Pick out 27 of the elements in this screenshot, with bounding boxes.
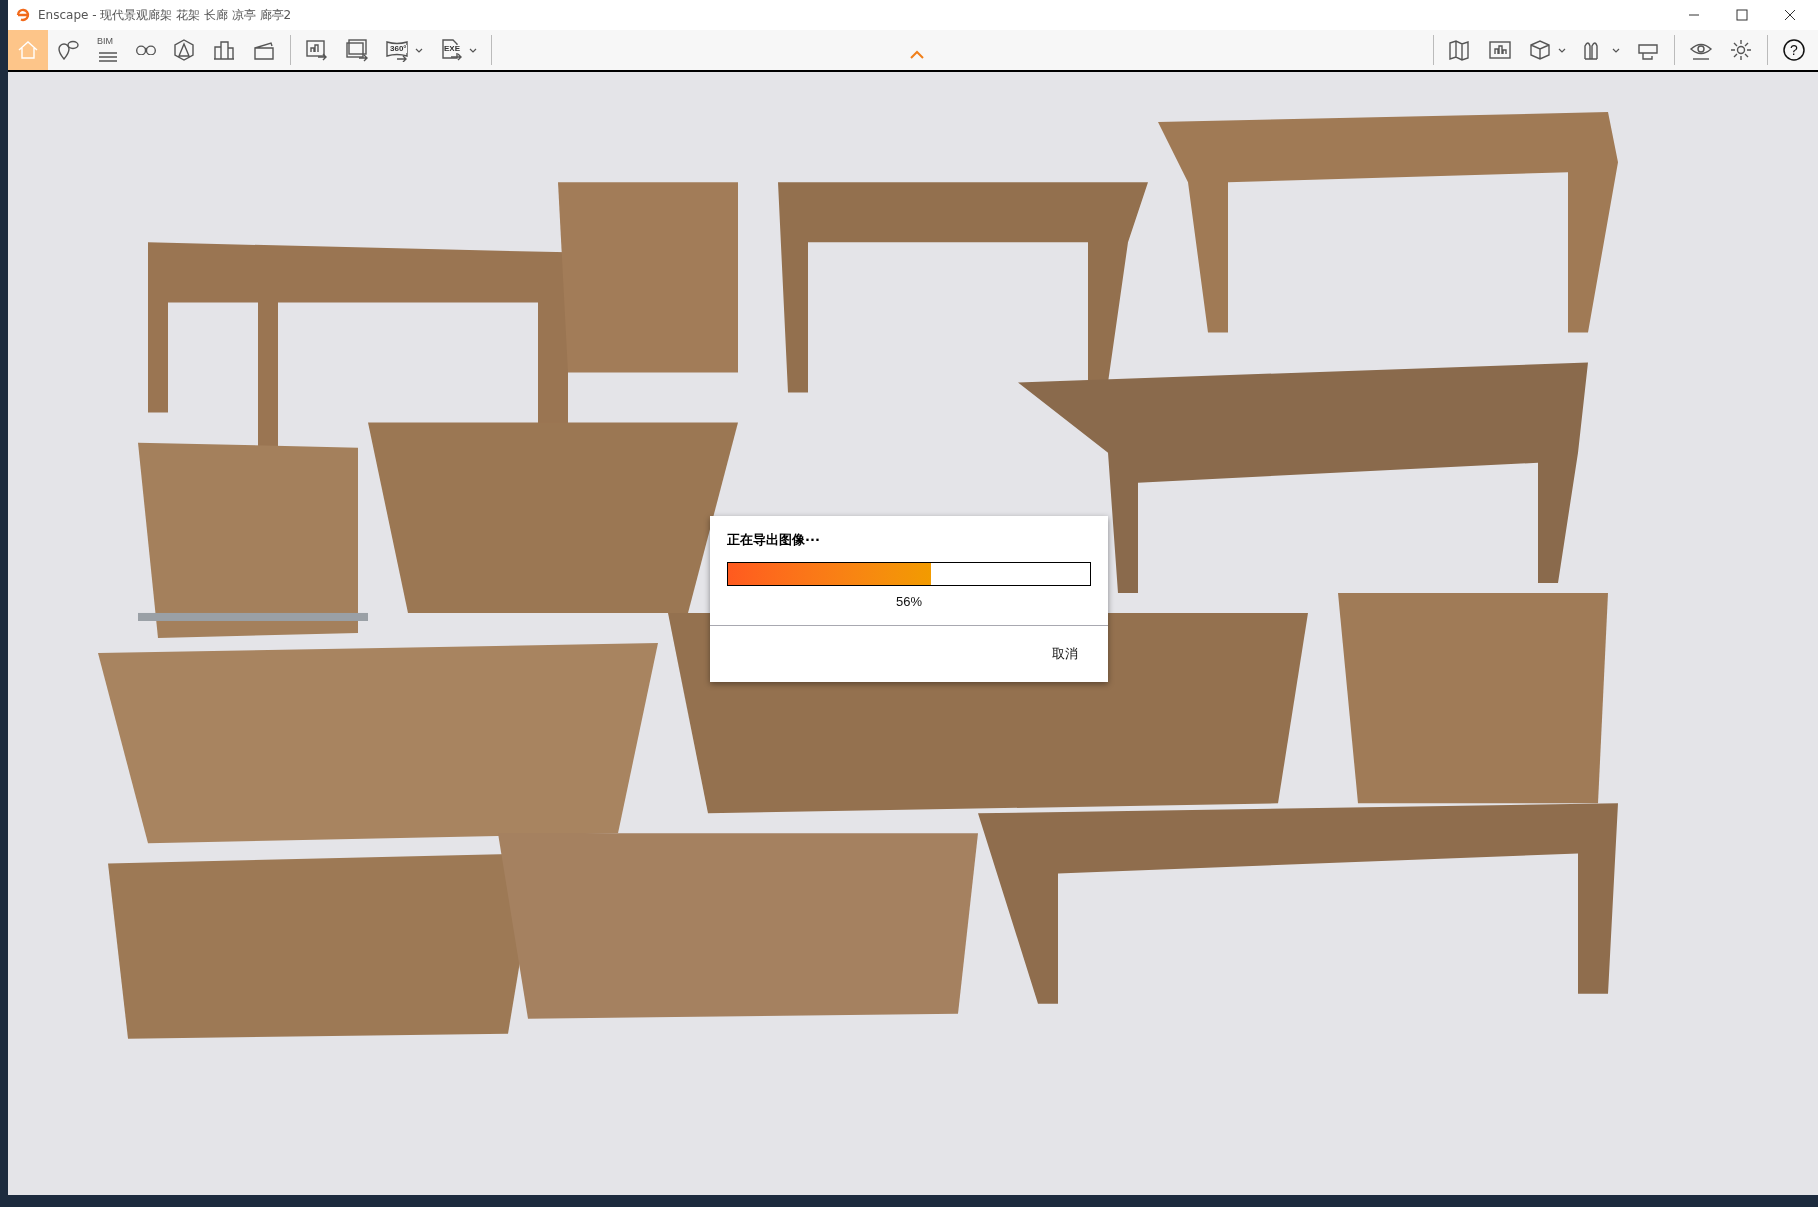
progress-percent: 56% [895,592,923,611]
document-export-icon [439,38,463,62]
toolbar-button[interactable]: ? [1774,30,1814,70]
maximize-icon [1736,9,1748,21]
binoculars-icon [136,45,156,55]
collapse-caret-icon[interactable] [910,50,924,59]
window-title: Enscape - 现代景观廊架 花架 长廊 凉亭 廊亭2 [38,7,292,24]
toolbar-button[interactable]: EXE [431,30,485,70]
minimize-icon [1688,14,1700,16]
image-export-icon [305,38,329,62]
help-icon [1782,38,1806,62]
toolbar-button[interactable]: 360° [377,30,431,70]
hexagon-tree-icon [172,38,196,62]
map-pin-icon [56,38,80,62]
app-logo-icon [16,8,30,22]
batch-export-icon [345,38,369,62]
buildings-icon [212,38,236,62]
cancel-button[interactable]: 取消 [1048,644,1082,664]
panorama-export-icon [385,38,409,62]
dialog-title: 正在导出图像··· [727,531,821,549]
gallery-icon [1488,38,1512,62]
toolbar-button[interactable]: BIM [88,30,128,70]
map-icon [1448,38,1472,62]
cube-icon [1528,38,1552,62]
lines-icon [96,52,120,62]
close-icon [1784,9,1796,21]
settings-icon [1729,38,1753,62]
